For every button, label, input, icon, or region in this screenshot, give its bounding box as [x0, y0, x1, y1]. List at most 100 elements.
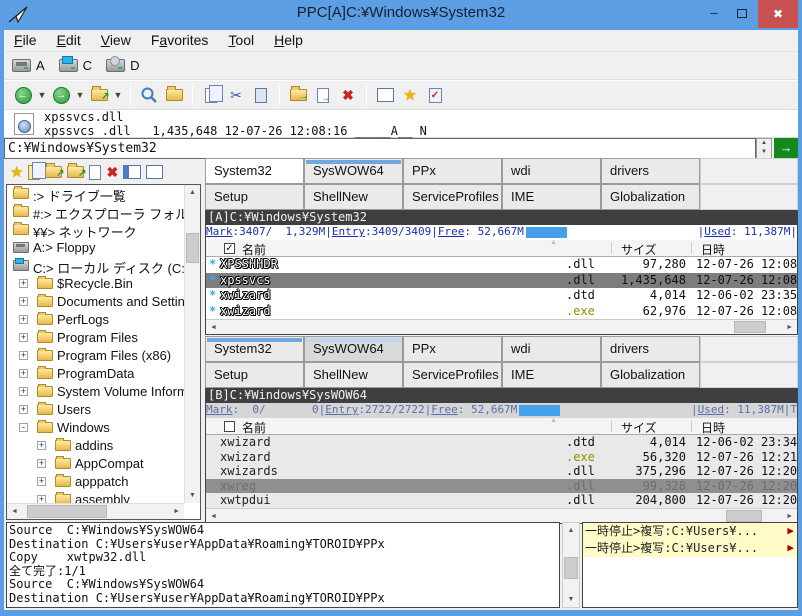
file-row-xwizard.dtd[interactable]: *xwizard.dtd4,01412-06-02 23:35	[206, 288, 797, 304]
expand-icon[interactable]: +	[37, 477, 46, 486]
scroll-right-icon[interactable]: ►	[786, 324, 793, 331]
tree-item-programdata[interactable]: +ProgramData	[7, 365, 184, 383]
scrollbar-thumb[interactable]	[726, 510, 762, 522]
forward-menu-icon[interactable]: ▼	[75, 90, 85, 100]
file-row-xwizards.dll[interactable]: xwizards.dll375,29612-07-26 12:20	[206, 464, 797, 479]
file-row-xpsshhdr.dll[interactable]: *XPSSHHDR.dll97,28012-07-26 12:08	[206, 257, 797, 273]
drive-button-c[interactable]: C	[59, 58, 92, 73]
tree-item-system-volume-inform[interactable]: +System Volume Inform	[7, 383, 184, 401]
file-row-xwizard.exe[interactable]: xwizard.exe56,32012-07-26 12:21	[206, 450, 797, 465]
scroll-down-icon[interactable]: ▼	[563, 596, 579, 603]
tree-item-a-floppy[interactable]: A:> Floppy	[7, 239, 184, 257]
minimize-button[interactable]: –	[702, 0, 726, 28]
menu-favorites[interactable]: Favorites	[141, 30, 219, 51]
tree-item-windows[interactable]: -Windows	[7, 419, 184, 437]
tree-item-assembly[interactable]: +assembly	[7, 491, 184, 503]
tab-wdi[interactable]: wdi	[502, 158, 601, 184]
expand-icon[interactable]: +	[19, 387, 28, 396]
favorites-icon[interactable]: ★	[10, 163, 23, 181]
tab-system32[interactable]: System32	[205, 336, 304, 362]
scrollbar-thumb[interactable]	[27, 505, 107, 518]
tab-ime[interactable]: IME	[502, 184, 601, 210]
tab-ime[interactable]: IME	[502, 362, 601, 388]
expand-icon[interactable]: +	[37, 441, 46, 450]
resume-play-icon[interactable]: ▶	[787, 540, 794, 556]
tree-item-apppatch[interactable]: +apppatch	[7, 473, 184, 491]
tree-item-$recycle-bin[interactable]: +$Recycle.Bin	[7, 275, 184, 293]
scrollbar-thumb[interactable]	[564, 557, 578, 579]
list-view-icon[interactable]	[146, 165, 163, 179]
up-folder-button[interactable]: ↗	[88, 84, 110, 106]
menu-help[interactable]: Help	[264, 30, 313, 51]
column-date[interactable]: 日時	[701, 241, 725, 258]
new-file-button[interactable]: →	[312, 84, 334, 106]
pane-b-horizontal-scrollbar[interactable]: ◄ ►	[206, 508, 797, 523]
back-menu-icon[interactable]: ▼	[37, 90, 47, 100]
new-page-icon[interactable]	[89, 165, 101, 180]
expand-icon[interactable]: +	[37, 459, 46, 468]
tree-item-appcompat[interactable]: +AppCompat	[7, 455, 184, 473]
tree-item-perflogs[interactable]: +PerfLogs	[7, 311, 184, 329]
file-row-xpssvcs.dll[interactable]: *xpssvcs.dll1,435,64812-07-26 12:08	[206, 273, 797, 289]
copy-to-folder-button[interactable]	[163, 84, 185, 106]
check-list-button[interactable]: ✓	[424, 84, 446, 106]
list-view-button[interactable]	[374, 84, 396, 106]
expand-icon[interactable]: +	[19, 333, 28, 342]
detail-view-icon[interactable]	[123, 165, 141, 179]
maximize-button[interactable]	[730, 0, 754, 28]
tab-system32[interactable]: System32	[205, 158, 304, 184]
tab-serviceprofiles[interactable]: ServiceProfiles	[403, 362, 502, 388]
open-folder-alt-icon[interactable]: ↗	[67, 166, 84, 178]
close-button[interactable]: ✖	[758, 0, 798, 28]
tab-serviceprofiles[interactable]: ServiceProfiles	[403, 184, 502, 210]
expand-icon[interactable]: +	[37, 495, 46, 503]
tab-setup[interactable]: Setup	[205, 362, 304, 388]
paste-button[interactable]	[250, 84, 272, 106]
search-button[interactable]	[138, 84, 160, 106]
scroll-left-icon[interactable]: ◄	[210, 324, 217, 331]
tab-shellnew[interactable]: ShellNew	[304, 362, 403, 388]
menu-view[interactable]: View	[91, 30, 141, 51]
paused-task-row[interactable]: 一時停止>複写:C:¥Users¥...▶	[583, 523, 797, 540]
menu-tool[interactable]: Tool	[218, 30, 264, 51]
tab-globalization[interactable]: Globalization	[601, 362, 700, 388]
tree-item-program-files[interactable]: +Program Files	[7, 329, 184, 347]
tab-ppx[interactable]: PPx	[403, 158, 502, 184]
tab-syswow64[interactable]: SysWOW64	[304, 336, 403, 362]
select-all-checkbox[interactable]: ✓	[224, 243, 235, 254]
move-to-folder-button[interactable]: →	[287, 84, 309, 106]
resume-play-icon[interactable]: ▶	[787, 523, 794, 539]
scrollbar-thumb[interactable]	[186, 233, 199, 263]
file-row-xwreg.dll[interactable]: xwreg.dll99,32812-07-26 12:20	[206, 479, 797, 494]
forward-button[interactable]: →	[50, 84, 72, 106]
paused-task-row[interactable]: 一時停止>複写:C:¥Users¥...▶	[583, 540, 797, 557]
back-button[interactable]: ←	[12, 84, 34, 106]
expand-icon[interactable]: +	[19, 279, 28, 288]
tree-item-#-[interactable]: #:> エクスプローラ フォルダ	[7, 203, 184, 221]
select-all-checkbox[interactable]	[224, 421, 235, 432]
go-button[interactable]: →	[774, 138, 798, 159]
cut-button[interactable]: ✂	[225, 84, 247, 106]
file-row-xwizard.exe[interactable]: *xwizard.exe62,97612-07-26 12:08	[206, 304, 797, 320]
menu-file[interactable]: File	[4, 30, 47, 51]
delete-button[interactable]: ✖	[337, 84, 359, 106]
drive-button-a[interactable]: A	[12, 58, 45, 73]
drive-button-d[interactable]: D	[106, 58, 139, 73]
scroll-left-icon[interactable]: ◄	[210, 513, 217, 520]
column-size[interactable]: サイズ	[621, 419, 657, 436]
expand-icon[interactable]: +	[19, 351, 28, 360]
copy-pages-icon[interactable]	[28, 165, 40, 180]
tree-item--[interactable]: :> ドライブ一覧	[7, 185, 184, 203]
tab-setup[interactable]: Setup	[205, 184, 304, 210]
scroll-right-icon[interactable]: ►	[786, 513, 793, 520]
tree-item--[interactable]: ¥¥> ネットワーク	[7, 221, 184, 239]
column-size[interactable]: サイズ	[621, 241, 657, 258]
file-row-xwizard.dtd[interactable]: xwizard.dtd4,01412-06-02 23:34	[206, 435, 797, 450]
tree-item-users[interactable]: +Users	[7, 401, 184, 419]
favorites-button[interactable]: ★	[399, 84, 421, 106]
scroll-down-icon[interactable]: ▼	[185, 492, 200, 499]
tree-item-documents-and-setting[interactable]: +Documents and Setting	[7, 293, 184, 311]
tree-item-c-c-[interactable]: C:> ローカル ディスク (C:)	[7, 257, 184, 275]
tab-ppx[interactable]: PPx	[403, 336, 502, 362]
column-date[interactable]: 日時	[701, 419, 725, 436]
